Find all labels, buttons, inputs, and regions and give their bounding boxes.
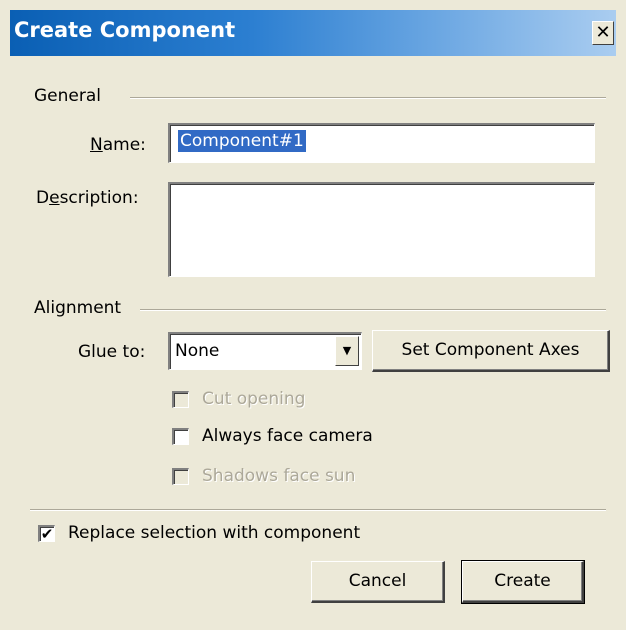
glue-to-label: Glue to:: [78, 342, 146, 362]
title-bar[interactable]: Create Component ✕: [10, 10, 616, 56]
create-component-dialog: Create Component ✕ General Name: Compone…: [0, 0, 626, 630]
always-face-camera-checkbox[interactable]: [172, 428, 189, 445]
set-component-axes-button[interactable]: Set Component Axes: [372, 330, 610, 372]
general-group-divider: [130, 97, 606, 99]
always-face-camera-label: Always face camera: [202, 426, 373, 446]
name-label: Name:: [90, 135, 146, 155]
glue-to-dropdown[interactable]: None ▼: [168, 332, 362, 370]
alignment-group-divider: [140, 309, 606, 311]
chevron-down-icon[interactable]: ▼: [335, 336, 359, 366]
close-icon[interactable]: ✕: [592, 21, 614, 45]
name-input[interactable]: Component#1: [168, 123, 595, 163]
description-input[interactable]: [168, 182, 595, 277]
description-label: Description:: [36, 188, 139, 208]
cancel-button[interactable]: Cancel: [311, 561, 445, 603]
create-button[interactable]: Create: [461, 560, 585, 604]
replace-selection-checkbox[interactable]: ✔: [38, 525, 55, 542]
shadows-face-sun-checkbox[interactable]: [172, 468, 189, 485]
shadows-face-sun-label: Shadows face sun: [202, 466, 356, 486]
cut-opening-checkbox[interactable]: [172, 391, 189, 408]
replace-selection-label: Replace selection with component: [68, 523, 361, 543]
glue-to-value: None: [175, 341, 220, 361]
name-input-value: Component#1: [178, 130, 306, 152]
dialog-title: Create Component: [14, 18, 236, 42]
alignment-group-label: Alignment: [34, 298, 122, 318]
cut-opening-label: Cut opening: [202, 389, 306, 409]
general-group-label: General: [34, 86, 101, 106]
bottom-separator: [30, 509, 606, 511]
